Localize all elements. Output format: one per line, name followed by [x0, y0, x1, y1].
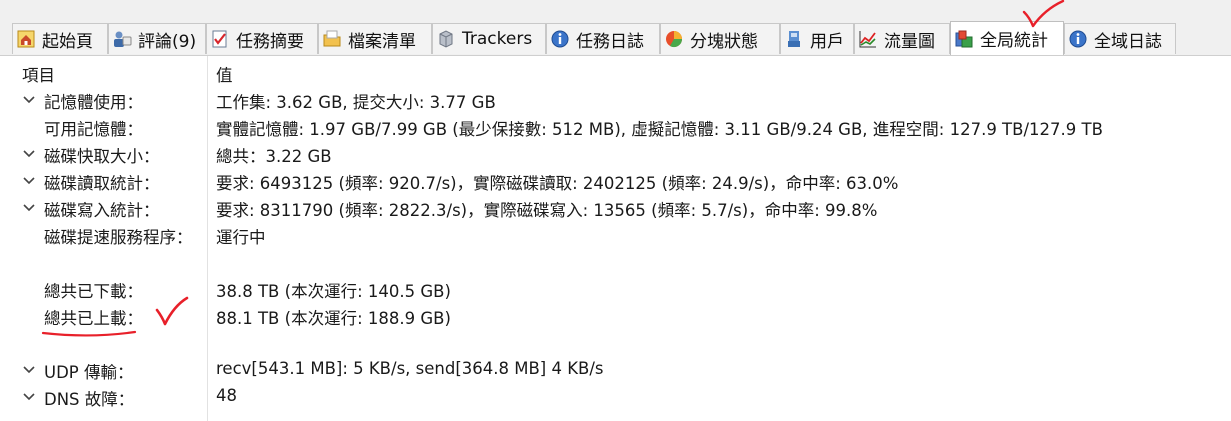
- table-row[interactable]: UDP 傳輸： recv[543.1 MB]: 5 KB/s, send[364…: [0, 357, 1231, 384]
- folder-icon: [322, 29, 342, 49]
- tab-label: 檔案清單: [348, 31, 416, 52]
- tab-task-log[interactable]: 任務日誌: [546, 23, 660, 54]
- tab-comments[interactable]: 評論(9): [108, 23, 206, 54]
- annotation-underline: [41, 330, 137, 337]
- tab-label: Trackers: [462, 29, 533, 49]
- tab-file-list[interactable]: 檔案清單: [318, 23, 432, 54]
- info-icon: [550, 29, 570, 49]
- chevron-down-icon[interactable]: [22, 362, 36, 376]
- row-value: 要求: 8311790 (頻率: 2822.3/s)，實際磁碟寫入: 13565…: [216, 201, 878, 220]
- row-label: DNS 故障：: [44, 390, 135, 409]
- tab-trackers[interactable]: Trackers: [432, 23, 546, 54]
- row-label: 記憶體使用：: [44, 93, 143, 112]
- table-row-spacer: [0, 330, 1231, 357]
- row-value: 48: [216, 386, 237, 405]
- table-row[interactable]: 磁碟快取大小： 總共：3.22 GB: [0, 141, 1231, 168]
- tab-label: 評論(9): [138, 31, 197, 52]
- row-value: 88.1 TB (本次運行: 188.9 GB): [216, 309, 451, 328]
- row-value: recv[543.1 MB]: 5 KB/s, send[364.8 MB] 4…: [216, 359, 604, 378]
- table-row[interactable]: 磁碟寫入統計： 要求: 8311790 (頻率: 2822.3/s)，實際磁碟寫…: [0, 195, 1231, 222]
- comments-icon: [112, 29, 132, 49]
- row-label: 磁碟提速服務程序：: [44, 228, 193, 247]
- stats-icon: [954, 29, 974, 49]
- table-row[interactable]: 記憶體使用： 工作集: 3.62 GB, 提交大小: 3.77 GB: [0, 87, 1231, 114]
- column-header-value[interactable]: 值: [216, 62, 233, 86]
- annotation-checkmark: [155, 296, 189, 326]
- tab-traffic-graph[interactable]: 流量圖: [854, 23, 950, 54]
- tab-label: 起始頁: [42, 31, 93, 52]
- table-row-spacer: [0, 249, 1231, 276]
- home-icon: [16, 29, 36, 49]
- pie-chart-icon: [664, 29, 684, 49]
- table-row[interactable]: 磁碟提速服務程序： 運行中: [0, 222, 1231, 249]
- row-value: 38.8 TB (本次運行: 140.5 GB): [216, 282, 451, 301]
- tab-label: 全域日誌: [1094, 31, 1162, 52]
- info-icon: [1068, 29, 1088, 49]
- chevron-down-icon[interactable]: [22, 173, 36, 187]
- tab-task-summary[interactable]: 任務摘要: [206, 23, 318, 54]
- table-row[interactable]: 磁碟讀取統計： 要求: 6493125 (頻率: 920.7/s)，實際磁碟讀取…: [0, 168, 1231, 195]
- row-label: 磁碟寫入統計：: [44, 201, 160, 220]
- line-chart-icon: [858, 29, 878, 49]
- tab-label: 用戶: [810, 31, 844, 52]
- tab-label: 任務摘要: [236, 31, 304, 52]
- tab-global-log[interactable]: 全域日誌: [1064, 23, 1176, 54]
- user-icon: [784, 29, 804, 49]
- table-row[interactable]: DNS 故障： 48: [0, 384, 1231, 411]
- tab-piece-status[interactable]: 分塊狀態: [660, 23, 780, 54]
- checklist-icon: [210, 29, 230, 49]
- chevron-down-icon[interactable]: [22, 92, 36, 106]
- stats-table: 項目 值 記憶體使用： 工作集: 3.62 GB, 提交大小: 3.77 GB …: [0, 56, 1231, 421]
- row-value: 工作集: 3.62 GB, 提交大小: 3.77 GB: [216, 93, 496, 112]
- tab-home[interactable]: 起始頁: [12, 23, 108, 54]
- server-icon: [436, 29, 456, 49]
- table-row[interactable]: 可用記憶體： 實體記憶體: 1.97 GB/7.99 GB (最少保接數: 51…: [0, 114, 1231, 141]
- table-header: 項目 值: [0, 60, 1231, 87]
- tab-label: 任務日誌: [576, 31, 644, 52]
- row-label: UDP 傳輸：: [44, 363, 134, 382]
- tab-label: 流量圖: [884, 31, 935, 52]
- column-header-item[interactable]: 項目: [22, 62, 55, 86]
- row-label: 磁碟讀取統計：: [44, 174, 160, 193]
- tab-label: 分塊狀態: [690, 31, 758, 52]
- annotation-checkmark: [1022, 0, 1065, 28]
- row-value: 實體記憶體: 1.97 GB/7.99 GB (最少保接數: 512 MB), …: [216, 120, 1103, 139]
- chevron-down-icon[interactable]: [22, 200, 36, 214]
- row-value: 總共：3.22 GB: [216, 147, 332, 166]
- row-label: 磁碟快取大小：: [44, 147, 160, 166]
- chevron-down-icon[interactable]: [22, 146, 36, 160]
- row-label: 可用記憶體：: [44, 120, 143, 139]
- tab-peers[interactable]: 用戶: [780, 23, 854, 54]
- row-value: 運行中: [216, 228, 266, 247]
- row-label: 總共已下載：: [44, 282, 143, 301]
- tab-label: 全局統計: [980, 31, 1048, 51]
- row-value: 要求: 6493125 (頻率: 920.7/s)，實際磁碟讀取: 240212…: [216, 174, 899, 193]
- chevron-down-icon[interactable]: [22, 389, 36, 403]
